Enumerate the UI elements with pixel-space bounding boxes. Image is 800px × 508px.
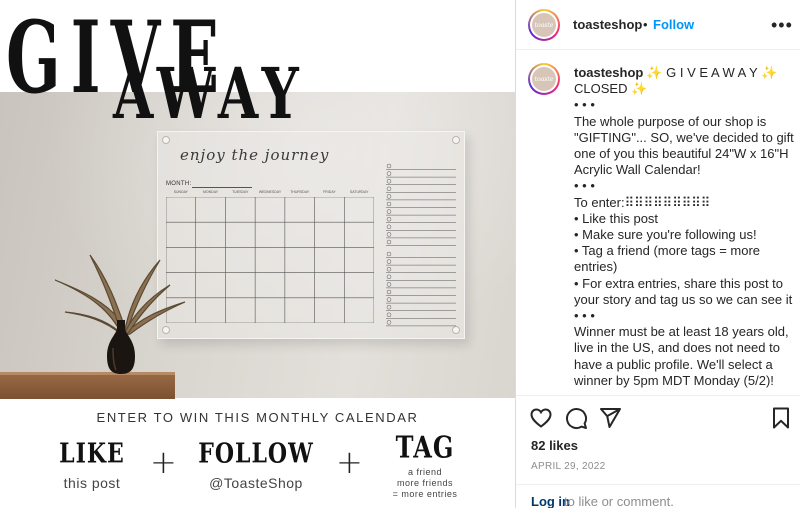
acrylic-calendar: enjoy the journey MONTH: SUNDAY MONDAY TUE… [157, 131, 465, 339]
post-header: toaste toasteshop • Follow ••• [516, 0, 800, 50]
note-checkbox [386, 171, 392, 176]
black-vase [107, 320, 135, 374]
caption-text: toasteshop ✨ G I V E A W A Y ✨ CLOSED ✨ •… [574, 65, 796, 389]
more-options-icon[interactable]: ••• [771, 15, 793, 36]
calendar-peg [452, 136, 460, 144]
post-side-panel: toaste toasteshop • Follow ••• toaste to… [515, 0, 800, 508]
promo-tag: TAG a friend more friends = more entries [385, 429, 465, 500]
giveaway-title-away: AWAY [113, 53, 305, 136]
promo-like: LIKE this post [52, 438, 132, 492]
enter-to-win-text: ENTER TO WIN THIS MONTHLY CALENDAR [96, 410, 419, 425]
note-checkbox [386, 209, 392, 214]
comment-footer: Log in to like or comment. [516, 484, 800, 508]
promo-tag-subtitle-2: more friends [396, 478, 454, 488]
calendar-day-header: TUESDAY [232, 190, 249, 194]
separator-dot: • [643, 17, 648, 32]
note-checkbox [386, 186, 392, 192]
action-bar [516, 395, 800, 435]
note-checkbox [386, 304, 392, 310]
note-checkbox [386, 251, 392, 257]
caption-area[interactable]: toaste toasteshop ✨ G I V E A W A Y ✨ CLO… [516, 51, 800, 391]
follow-button[interactable]: Follow [653, 17, 694, 32]
caption-line: • Tag a friend (more tags = more entries… [574, 243, 764, 275]
plus-icon: + [336, 443, 363, 481]
like-count[interactable]: 82 likes [531, 438, 578, 453]
caption-avatar[interactable]: toaste [528, 63, 560, 95]
plus-icon: + [150, 443, 177, 481]
calendar-day-header: SUNDAY [173, 190, 189, 194]
note-checkbox [386, 289, 392, 295]
caption-line: To enter:⠿⠿⠿⠿⠿⠿⠿⠿⠿ [574, 194, 711, 210]
caption-line: • • • [574, 308, 595, 324]
note-checkbox [386, 320, 392, 325]
note-checkbox [386, 163, 392, 169]
note-checkbox [386, 266, 392, 272]
caption-line: • • • [574, 178, 595, 194]
caption-line: • For extra entries, share this post to … [574, 275, 793, 307]
promo-tag-subtitle-1: a friend [407, 467, 443, 477]
calendar-month-line [192, 187, 252, 188]
promo-like-title: LIKE [59, 437, 125, 471]
promo-follow-subtitle: @ToasteShop [209, 475, 303, 491]
promo-follow: FOLLOW @ToasteShop [196, 438, 316, 492]
calendar-notes-column [386, 163, 456, 327]
caption-line: • Make sure you're following us! [574, 227, 757, 243]
calendar-month-label: MONTH: [166, 181, 192, 187]
caption-line: ✨ G I V E A W A Y ✨ [646, 65, 778, 80]
wooden-table [0, 373, 175, 399]
post-image[interactable]: GIVE AWAY enjoy the journey MONTH: SUNDA… [0, 0, 515, 508]
heart-icon[interactable] [529, 406, 553, 430]
note-checkbox [386, 274, 392, 280]
caption-first-line: toasteshop ✨ G I V E A W A Y ✨ [574, 65, 796, 81]
comment-icon[interactable] [564, 406, 588, 430]
header-username[interactable]: toasteshop [573, 17, 642, 32]
post-date[interactable]: APRIL 29, 2022 [531, 461, 605, 472]
note-checkbox [386, 312, 392, 318]
promo-follow-title: FOLLOW [198, 437, 314, 471]
promo-like-subtitle: this post [63, 475, 121, 491]
table-edge [0, 372, 175, 375]
note-checkbox [386, 297, 392, 302]
caption-line: • • • [574, 97, 595, 113]
login-prompt-text: to like or comment. [564, 494, 674, 508]
share-icon[interactable] [598, 406, 622, 430]
note-checkbox [386, 178, 392, 184]
caption-line: The whole purpose of our shop is "GIFTIN… [574, 113, 798, 178]
avatar-image: toaste [532, 67, 556, 91]
avatar-image: toaste [532, 13, 556, 37]
caption-line: • Like this post [574, 210, 659, 226]
calendar-day-header: FRIDAY [323, 190, 336, 194]
calendar-day-header: WEDNESDAY [258, 190, 282, 194]
promo-tag-title: TAG [395, 428, 455, 465]
calendar-heading: enjoy the journey [180, 146, 330, 164]
calendar-grid [166, 197, 374, 323]
avatar[interactable]: toaste [528, 9, 560, 41]
calendar-day-header: SATURDAY [349, 190, 369, 194]
caption-line: Winner must be at least 18 years old, li… [574, 324, 793, 388]
note-checkbox [386, 201, 392, 207]
note-checkbox [386, 194, 392, 199]
promo-tag-subtitle-3: = more entries [392, 489, 458, 499]
caption-username[interactable]: toasteshop [574, 65, 643, 80]
note-checkbox [386, 216, 392, 222]
note-checkbox [386, 259, 392, 264]
note-checkbox [386, 239, 392, 245]
calendar-day-headers: SUNDAY MONDAY TUESDAY WEDNESDAY THURSDAY FRID… [166, 190, 374, 194]
calendar-peg [162, 136, 170, 144]
calendar-day-header: THURSDAY [290, 190, 310, 194]
note-checkbox [386, 282, 392, 287]
note-checkbox [386, 232, 392, 237]
caption-line: CLOSED ✨ [574, 81, 648, 97]
note-checkbox [386, 224, 392, 230]
bookmark-icon[interactable] [769, 406, 793, 430]
calendar-day-header: MONDAY [203, 190, 219, 194]
